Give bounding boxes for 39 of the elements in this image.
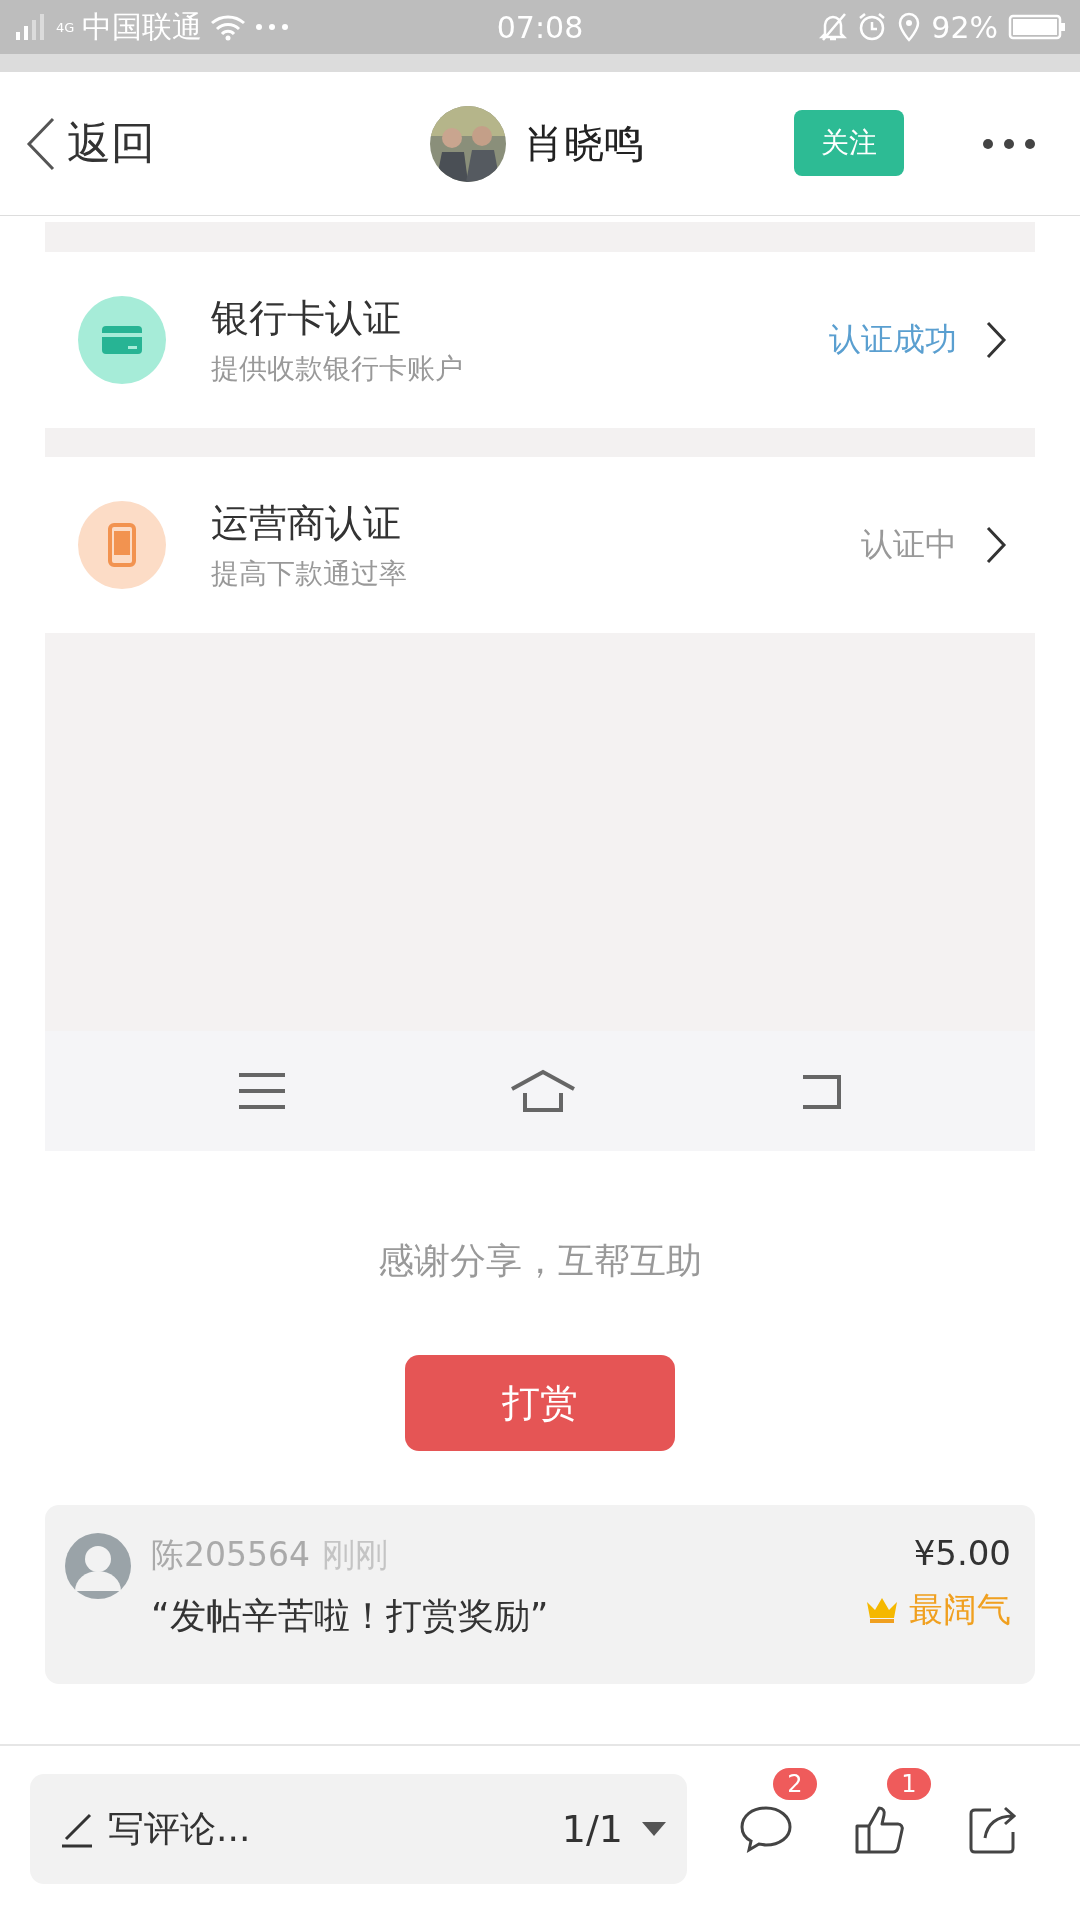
battery-icon [1008,13,1066,41]
crown-icon [865,1596,899,1624]
chevron-right-icon [985,525,1007,565]
more-icon [254,22,291,32]
count-badge: 1 [887,1768,931,1800]
bell-off-icon [819,12,848,42]
comment-placeholder: 写评论... [108,1806,251,1851]
row-title: 运营商认证 [211,499,402,547]
comment-field[interactable]: 写评论... 1/1 [30,1774,687,1884]
verification-status: 认证成功 [829,319,957,360]
back-button[interactable]: 返回 [25,114,155,173]
row-subtitle: 提高下款通过率 [211,555,407,592]
network-type: 4G [56,20,75,34]
home-icon[interactable] [510,1069,576,1113]
row-title: 银行卡认证 [211,294,402,342]
verification-status: 认证中 [861,524,957,565]
reward-button[interactable]: 打赏 [405,1355,675,1451]
dropdown-caret-icon[interactable] [641,1821,667,1837]
back-chevron-icon [25,115,57,172]
chevron-right-icon [985,320,1007,360]
tip-message: “发帖辛苦啦！打赏奖励” [151,1594,549,1638]
bank-card-icon [78,296,166,384]
battery-percent: 92% [931,9,998,45]
tipper-name: 陈205564 [151,1534,310,1576]
location-icon [897,12,922,42]
row-subtitle: 提供收款银行卡账户 [211,350,463,387]
carrier-name: 中国联通 [82,7,203,46]
menu-icon[interactable] [236,1071,287,1111]
thanks-message: 感谢分享，互帮互助 [378,1240,702,1281]
top-tipper-tag: 最阔气 [909,1587,1011,1633]
page-indicator: 1/1 [561,1807,623,1851]
avatar-icon [65,1533,131,1599]
phone-icon [78,501,166,589]
count-badge: 2 [773,1768,817,1800]
more-icon[interactable] [982,138,1036,150]
user-name: 肖晓鸣 [524,119,644,168]
tip-amount: ¥5.00 [913,1533,1011,1573]
wifi-icon [210,13,247,41]
clock-time: 07:08 [496,9,584,45]
